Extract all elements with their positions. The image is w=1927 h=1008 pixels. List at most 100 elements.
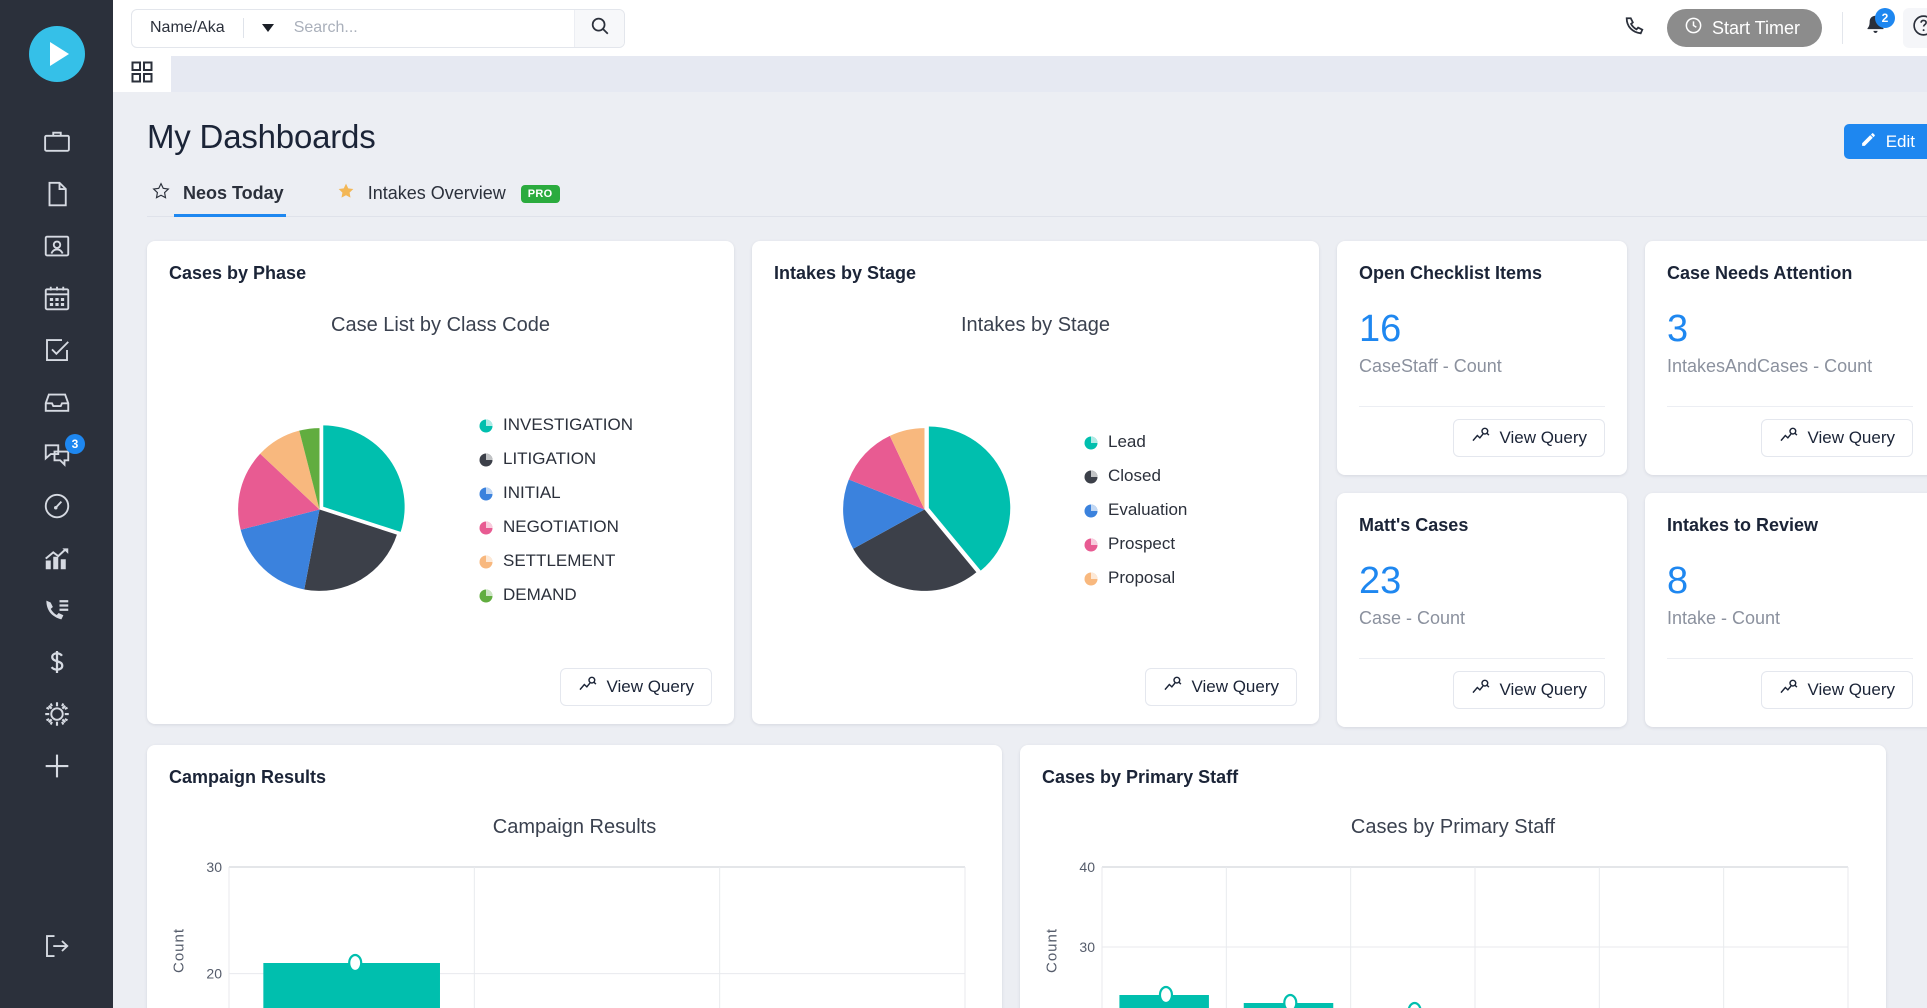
pie-chart-wrapper: Lead Closed Evaluation Prospect Proposal [774, 351, 1297, 668]
sidebar-item-dashboards[interactable] [0, 480, 113, 532]
dashboard-tabs: Neos Today Intakes Overview PRO [147, 181, 1927, 217]
tab-neos-today[interactable]: Neos Today [151, 181, 284, 216]
legend-label: LITIGATION [503, 449, 596, 469]
gear-icon [42, 699, 72, 729]
sidebar-item-contacts[interactable] [0, 220, 113, 272]
pie-chart-wrapper: INVESTIGATION LITIGATION INITIAL NEGOTIATIO… [169, 351, 712, 668]
main-column: Name/Aka [113, 0, 1927, 1008]
kpi-subtitle: CaseStaff - Count [1359, 356, 1605, 377]
view-query-label: View Query [1191, 677, 1279, 697]
legend-item[interactable]: SETTLEMENT [479, 551, 633, 571]
legend-item[interactable]: Lead [1084, 432, 1187, 452]
sidebar-item-inbox[interactable] [0, 376, 113, 428]
phone-button[interactable] [1613, 6, 1657, 50]
star-filled-icon[interactable] [336, 181, 356, 206]
view-query-button[interactable]: View Query [1453, 671, 1605, 709]
phone-list-icon [42, 595, 72, 625]
view-query-button[interactable]: View Query [1145, 668, 1297, 706]
data-point-marker[interactable] [349, 955, 361, 971]
card-title: Intakes to Review [1667, 515, 1913, 536]
header-divider [1842, 12, 1843, 44]
sidebar-item-cases[interactable] [0, 116, 113, 168]
data-point-marker[interactable] [1160, 987, 1172, 1003]
bar-chart-up-icon [42, 543, 72, 573]
sidebar-item-logout[interactable] [0, 920, 113, 972]
start-timer-button[interactable]: Start Timer [1667, 9, 1822, 47]
card-title: Intakes by Stage [774, 263, 1297, 284]
sidebar-item-messages[interactable]: 3 [0, 428, 113, 480]
pie-chart-icon [1084, 435, 1098, 449]
pie-chart-icon [1084, 571, 1098, 585]
legend-item[interactable]: DEMAND [479, 585, 633, 605]
y-tick-label: 40 [1079, 859, 1095, 875]
sidebar-item-reports[interactable] [0, 532, 113, 584]
search-icon [589, 15, 611, 42]
play-logo-icon [50, 42, 69, 66]
app-root: 3 [0, 0, 1927, 1008]
chart-search-icon [1779, 426, 1798, 450]
help-button[interactable] [1903, 8, 1927, 48]
tab-intakes-overview[interactable]: Intakes Overview PRO [336, 181, 560, 216]
search-category-select[interactable]: Name/Aka [132, 10, 285, 47]
star-outline-icon[interactable] [151, 181, 171, 206]
edit-button[interactable]: Edit [1844, 124, 1927, 159]
apps-grid-button[interactable] [113, 56, 171, 92]
view-query-button[interactable]: View Query [1761, 419, 1913, 457]
view-query-button[interactable]: View Query [1761, 671, 1913, 709]
legend-label: SETTLEMENT [503, 551, 615, 571]
sidebar: 3 [0, 0, 113, 1008]
legend-item[interactable]: Closed [1084, 466, 1187, 486]
pie-chart-icon [1084, 503, 1098, 517]
sidebar-item-call-log[interactable] [0, 584, 113, 636]
bar-svg: 302010 [189, 853, 979, 1008]
notifications-button[interactable]: 2 [1853, 6, 1897, 50]
card-cases-by-primary-staff: Cases by Primary Staff Cases by Primary … [1020, 745, 1886, 1008]
apps-grid-icon [131, 61, 153, 88]
search-input[interactable] [285, 10, 574, 47]
bar-chart-campaign-results[interactable]: Count 302010 [169, 853, 980, 1008]
sidebar-item-settings[interactable] [0, 688, 113, 740]
sidebar-item-documents[interactable] [0, 168, 113, 220]
legend-label: DEMAND [503, 585, 577, 605]
chart-search-icon [1471, 678, 1490, 702]
pie-chart-intakes-by-stage[interactable] [774, 417, 1074, 602]
pie-chart-cases-by-phase[interactable] [169, 417, 469, 602]
data-point-marker[interactable] [1284, 995, 1296, 1008]
kpi-subtitle: Case - Count [1359, 608, 1605, 629]
question-mark-icon [1911, 13, 1927, 43]
view-query-label: View Query [1807, 680, 1895, 700]
legend-item[interactable]: NEGOTIATION [479, 517, 633, 537]
dollar-sign-icon [42, 647, 72, 677]
view-query-button[interactable]: View Query [1453, 419, 1605, 457]
chart-title: Intakes by Stage [774, 314, 1297, 337]
sidebar-item-calendar[interactable] [0, 272, 113, 324]
sidebar-item-tasks[interactable] [0, 324, 113, 376]
legend-label: INVESTIGATION [503, 415, 633, 435]
chevron-down-icon [262, 24, 274, 32]
card-title: Cases by Phase [169, 263, 712, 284]
data-point-marker[interactable] [1409, 1003, 1421, 1008]
pie-legend-intakes-by-stage: Lead Closed Evaluation Prospect Proposal [1074, 432, 1187, 588]
legend-label: NEGOTIATION [503, 517, 619, 537]
legend-item[interactable]: INVESTIGATION [479, 415, 633, 435]
app-logo[interactable] [29, 26, 85, 82]
search-button[interactable] [574, 10, 624, 47]
document-icon [42, 179, 72, 209]
top-header: Name/Aka [113, 0, 1927, 56]
sidebar-item-add-new[interactable] [0, 740, 113, 792]
pie-legend-cases-by-phase: INVESTIGATION LITIGATION INITIAL NEGOTIATIO… [469, 415, 633, 605]
pencil-icon [1860, 131, 1877, 153]
legend-item[interactable]: Proposal [1084, 568, 1187, 588]
card-title: Case Needs Attention [1667, 263, 1913, 284]
phone-icon [1622, 13, 1647, 43]
legend-item[interactable]: INITIAL [479, 483, 633, 503]
view-query-button[interactable]: View Query [560, 668, 712, 706]
dashboard-grid: Cases by Phase Case List by Class Code I… [147, 241, 1927, 727]
chart-search-icon [1471, 426, 1490, 450]
legend-item[interactable]: LITIGATION [479, 449, 633, 469]
notification-badge: 2 [1875, 8, 1895, 28]
legend-item[interactable]: Evaluation [1084, 500, 1187, 520]
bar-chart-cases-by-primary-staff[interactable]: Count 40302010 [1042, 853, 1864, 1008]
legend-item[interactable]: Prospect [1084, 534, 1187, 554]
sidebar-item-billing[interactable] [0, 636, 113, 688]
